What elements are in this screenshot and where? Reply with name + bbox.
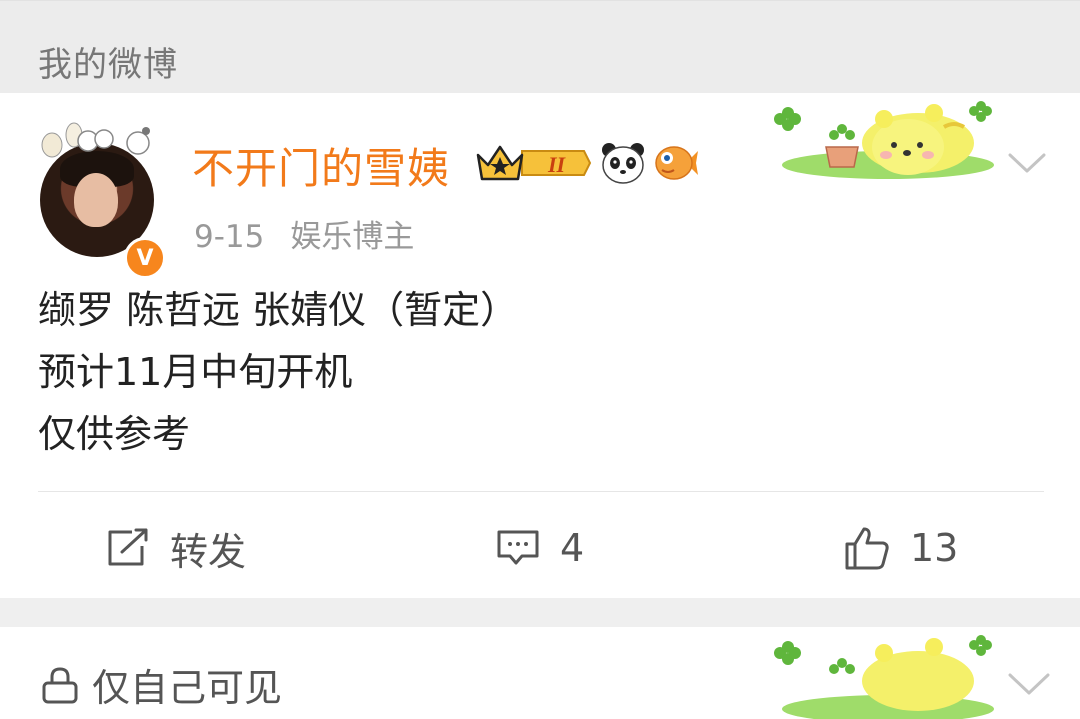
comment-icon bbox=[497, 530, 539, 565]
chevron-down-icon[interactable] bbox=[1004, 147, 1050, 177]
panda-icon bbox=[602, 143, 644, 184]
post-date: 9-15 bbox=[194, 219, 265, 255]
fish-icon bbox=[655, 146, 698, 180]
privacy-label: 仅自己可见 bbox=[40, 657, 282, 712]
chevron-down-icon[interactable] bbox=[1004, 669, 1054, 699]
share-icon bbox=[108, 528, 148, 566]
repost-button[interactable]: 转发 bbox=[106, 513, 246, 583]
post-text: 缬罗 陈哲远 张婧仪（暂定） 预计11月中旬开机 仅供参考 bbox=[38, 279, 518, 465]
crown-vip-icon[interactable]: II bbox=[474, 141, 592, 185]
avatar[interactable]: V bbox=[32, 121, 166, 279]
post-card[interactable]: V 不开门的雪姨 II 9-15 娱乐博主 缬罗 陈哲远 张婧仪（暂定） 预计1… bbox=[0, 93, 1080, 598]
page: 我的微博 V 不开门的雪姨 II 9-15 娱乐博主 缬罗 陈哲远 张婧仪（暂定… bbox=[0, 0, 1080, 719]
post-text-line: 缬罗 陈哲远 张婧仪（暂定） bbox=[38, 288, 519, 332]
privacy-text: 仅自己可见 bbox=[92, 666, 283, 710]
post-meta: 9-15 娱乐博主 bbox=[194, 211, 440, 256]
card-gap bbox=[0, 598, 1080, 627]
section-title: 我的微博 bbox=[38, 45, 178, 85]
thumbs-up-icon bbox=[845, 527, 889, 570]
card-decoration bbox=[774, 101, 994, 179]
lock-icon bbox=[42, 666, 78, 703]
like-button[interactable]: 13 bbox=[844, 513, 958, 583]
like-count: 13 bbox=[910, 526, 959, 570]
next-post-card[interactable]: 仅自己可见 bbox=[0, 627, 1080, 719]
comment-button[interactable]: 4 bbox=[496, 513, 584, 583]
post-category: 娱乐博主 bbox=[290, 219, 415, 255]
section-header: 我的微博 bbox=[0, 0, 1080, 93]
post-text-line: 预计11月中旬开机 bbox=[38, 350, 353, 394]
divider bbox=[38, 491, 1044, 492]
comment-count: 4 bbox=[560, 526, 585, 570]
post-text-line: 仅供参考 bbox=[38, 412, 191, 456]
vip-level-label: II bbox=[547, 152, 567, 177]
verified-badge: V bbox=[124, 237, 166, 279]
avatar-frame-deco bbox=[41, 122, 150, 158]
repost-label: 转发 bbox=[170, 529, 247, 574]
card-decoration bbox=[774, 635, 994, 719]
username[interactable]: 不开门的雪姨 bbox=[192, 135, 450, 196]
